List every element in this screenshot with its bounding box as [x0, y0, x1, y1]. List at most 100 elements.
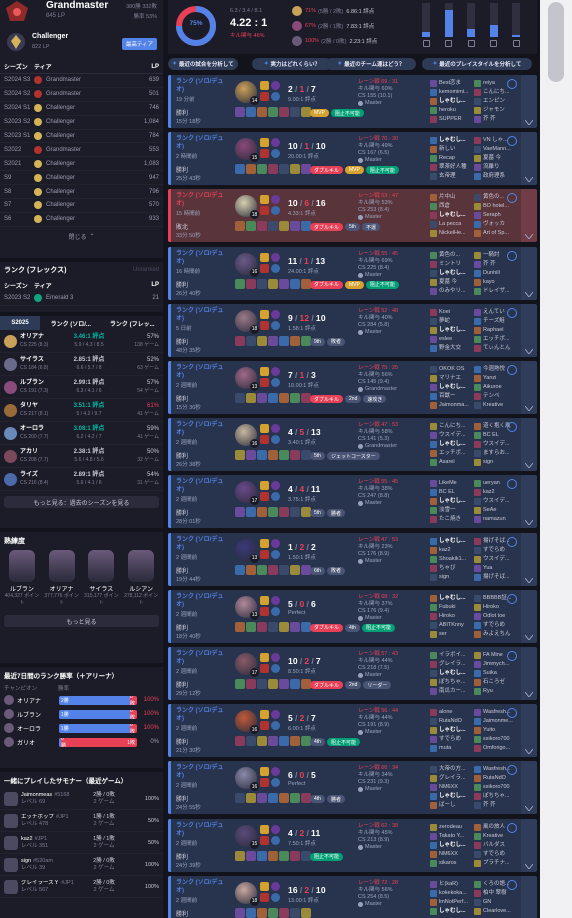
- player-entry[interactable]: Yuito: [474, 726, 518, 735]
- tab-season-2025[interactable]: S2025: [0, 316, 40, 330]
- player-entry[interactable]: Jaimonme...: [474, 717, 518, 726]
- expand-button[interactable]: [521, 132, 537, 186]
- tab-ranked-solo[interactable]: ランク (ソロ/...: [40, 319, 102, 328]
- player-entry[interactable]: ssikoro700: [474, 735, 518, 744]
- player-entry[interactable]: BO hotel...: [474, 202, 518, 211]
- played-with-row[interactable]: エッチポップ #JP1 レベル 478 1勝 / 1敗 2 ゲーム 50%: [0, 810, 163, 832]
- player-entry[interactable]: しゃむし...: [430, 497, 474, 506]
- player-entry[interactable]: Yua: [474, 564, 518, 573]
- player-entry[interactable]: ジャモン: [474, 106, 518, 115]
- collapse-button[interactable]: 閉じる ⌃: [0, 227, 163, 247]
- player-entry[interactable]: 西倉: [430, 202, 474, 211]
- player-entry[interactable]: 政府理系: [474, 172, 518, 181]
- player-entry[interactable]: すでらめ: [474, 621, 518, 630]
- mastery-card[interactable]: サイラス 315,177 ポイント: [83, 550, 119, 607]
- player-entry[interactable]: kemomimi...: [430, 88, 474, 97]
- player-entry[interactable]: 夏墓 今: [474, 154, 518, 163]
- player-entry[interactable]: しゃむし...: [430, 211, 474, 220]
- recent-row[interactable]: ガリオ 0勝 1敗 0%: [0, 735, 163, 749]
- player-entry[interactable]: RutaNdO: [430, 717, 474, 726]
- player-entry[interactable]: しゃむし...: [430, 537, 474, 546]
- player-entry[interactable]: しゃむし...: [430, 726, 474, 735]
- recent-row[interactable]: オリアナ 2勝 0敗 100%: [0, 693, 163, 707]
- player-entry[interactable]: Koei: [430, 308, 474, 317]
- player-entry[interactable]: しゃむし...: [430, 594, 474, 603]
- match-card[interactable]: ランク (ソロ/デュオ) 2 週間前 勝利 26分 38秒 16 4/5/13 3.40:1…: [168, 418, 537, 472]
- player-entry[interactable]: Recap: [430, 154, 474, 163]
- player-entry[interactable]: Art of Sp...: [474, 229, 518, 238]
- player-entry[interactable]: alone: [430, 708, 474, 717]
- player-entry[interactable]: エンピン: [474, 97, 518, 106]
- player-entry[interactable]: 流離り: [474, 163, 518, 172]
- player-entry[interactable]: 黄色の...: [430, 251, 474, 260]
- champion-stat-row[interactable]: アカリ CS 208 (7.7) 2.38:1 評点 5.6 / 4.8 / 5.6 5…: [0, 445, 163, 468]
- match-card[interactable]: ランク (ソロ/デュオ) 2 週間前 勝利 28分 01秒 17 4/4/11 3.75:1…: [168, 475, 537, 529]
- expand-button[interactable]: [521, 704, 537, 758]
- player-entry[interactable]: ヴォッカ: [474, 220, 518, 229]
- player-entry[interactable]: 大帝の方...: [430, 765, 474, 774]
- player-entry[interactable]: てぃんとん: [474, 344, 518, 353]
- player-entry[interactable]: Fubuki: [430, 603, 474, 612]
- player-entry[interactable]: しゃむし...: [430, 440, 474, 449]
- match-card[interactable]: ランク (ソロ/デュオ) 5 日前 勝利 48分 35秒 18 9/12/10 1.58:1…: [168, 303, 537, 357]
- player-entry[interactable]: たこ焼き: [430, 515, 474, 524]
- mastery-card[interactable]: オリアナ 377,776 ポイント: [44, 550, 80, 607]
- expand-button[interactable]: [521, 246, 537, 300]
- mastery-more-button[interactable]: もっと見る: [4, 615, 159, 627]
- player-entry[interactable]: 石ころゼ: [474, 678, 518, 687]
- player-entry[interactable]: NM6XX: [430, 850, 474, 859]
- player-entry[interactable]: Asarel: [430, 458, 474, 467]
- player-entry[interactable]: ser: [430, 630, 474, 639]
- player-entry[interactable]: 野金大交: [430, 344, 474, 353]
- player-entry[interactable]: 玄帝理: [430, 172, 474, 181]
- player-entry[interactable]: heroku: [430, 106, 474, 115]
- player-entry[interactable]: 夢蛇: [430, 317, 474, 326]
- player-entry[interactable]: イラボイ...: [430, 651, 474, 660]
- player-entry[interactable]: Omforigo...: [474, 744, 518, 753]
- expand-button[interactable]: [521, 475, 537, 529]
- champion-stat-row[interactable]: ライズ CS 216 (8.4) 2.89:1 評点 5.6 / 4.1 / 6 54%…: [0, 468, 163, 491]
- player-entry[interactable]: sikaros: [430, 859, 474, 868]
- quick-ask-button[interactable]: ✦ 最近の試合を分析して: [168, 58, 238, 70]
- player-entry[interactable]: 芥 芥: [474, 260, 518, 269]
- match-card[interactable]: ランク (ソロ/デュオ) 2 週間前 勝利 21分 30秒 16 5/2/7 6.00:1 …: [168, 704, 537, 758]
- expand-button[interactable]: [521, 875, 537, 918]
- mastery-card[interactable]: ルブラン 404,327 ポイント: [4, 550, 40, 607]
- ai-analyze-icon[interactable]: [507, 365, 517, 375]
- player-entry[interactable]: SeAe: [474, 506, 518, 515]
- recent-row[interactable]: オーロラ 1勝 0敗 100%: [0, 721, 163, 735]
- player-entry[interactable]: 淡雪一: [430, 506, 474, 515]
- player-entry[interactable]: すでらめ: [474, 546, 518, 555]
- player-entry[interactable]: kaz2: [430, 546, 474, 555]
- player-entry[interactable]: lmNotPerf...: [430, 898, 474, 907]
- ai-analyze-icon[interactable]: [507, 307, 517, 318]
- played-with-row[interactable]: Jaimonmeas #5168 レベル 69 2勝 / 0敗 2 ゲーム 100%: [0, 788, 163, 810]
- see-previous-seasons-button[interactable]: もっと見る：過去のシーズンを見る: [4, 496, 159, 508]
- player-entry[interactable]: エッチボ...: [430, 449, 474, 458]
- player-entry[interactable]: namazun: [474, 515, 518, 524]
- player-entry[interactable]: Odlot toe: [474, 612, 518, 621]
- champion-stat-row[interactable]: オーロラ CS 200 (7.7) 3.08:1 評点 6.2 / 4.2 / 7 59…: [0, 422, 163, 445]
- player-entry[interactable]: Dunhill: [474, 269, 518, 278]
- ai-analyze-icon[interactable]: [507, 879, 517, 890]
- player-entry[interactable]: しゃむし...: [430, 669, 474, 678]
- champion-stat-row[interactable]: タリヤ CS 217 (8.1) 3.51:1 評点 5 / 4.2 / 9.7 61%…: [0, 399, 163, 422]
- player-entry[interactable]: sign: [430, 573, 474, 582]
- player-entry[interactable]: Ryu: [474, 687, 518, 696]
- player-entry[interactable]: GN: [474, 898, 518, 907]
- expand-button[interactable]: [521, 532, 537, 586]
- player-entry[interactable]: ウスイデ...: [474, 440, 518, 449]
- match-card[interactable]: ランク (ソロ/デュオ) 2 週間前 勝利 29分 12秒 17 10/2/7 8.50:1…: [168, 647, 537, 700]
- player-entry[interactable]: 翠茶好人種: [430, 163, 474, 172]
- champion-stat-row[interactable]: ルブラン CS 191 (7.3) 2.99:1 評点 6.3 / 4.1 / 6 57…: [0, 376, 163, 399]
- match-card[interactable]: ランク (ソロ/デュオ) 2 時間前 勝利 25分 43秒 15 10/1/10 20.00…: [168, 132, 537, 186]
- player-entry[interactable]: すでらめ: [474, 850, 518, 859]
- expand-button[interactable]: [521, 647, 537, 700]
- ai-analyze-icon[interactable]: [507, 536, 517, 547]
- player-entry[interactable]: La pecca: [430, 220, 474, 229]
- player-entry[interactable]: しゃむし...: [430, 907, 474, 916]
- player-entry[interactable]: ますらお...: [474, 449, 518, 458]
- player-entry[interactable]: のみやリ...: [430, 287, 474, 296]
- player-entry[interactable]: LikeMe: [430, 479, 474, 488]
- match-card[interactable]: ランク (ソロ/デュオ)2 週間前勝利23分 19秒1816/2/1013.00…: [168, 875, 537, 918]
